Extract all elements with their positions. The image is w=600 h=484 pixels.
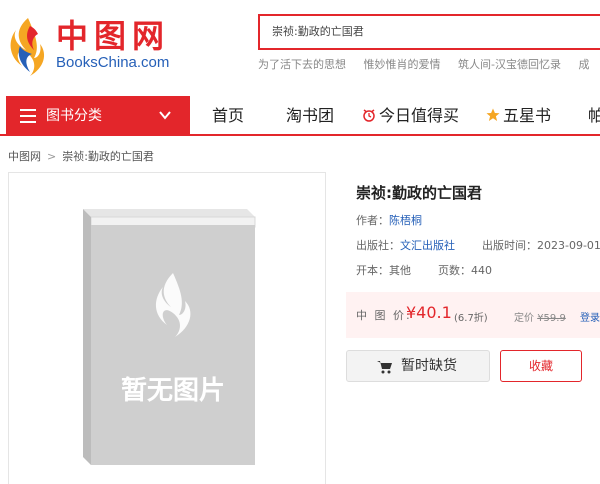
publisher-label: 出版社： xyxy=(356,239,400,252)
discount-text: (6.7折) xyxy=(454,313,488,324)
pubdate-label: 出版时间： xyxy=(482,239,537,252)
publisher-row: 出版社：文汇出版社 xyxy=(356,237,455,253)
pages-value: 440 xyxy=(471,264,492,277)
pubdate-value: 2023-09-01 xyxy=(537,239,600,252)
list-price: 定价 ¥59.9 xyxy=(514,309,566,324)
hot-word-link[interactable]: 成 xyxy=(578,58,589,71)
author-row: 作者：陈梧桐 xyxy=(356,212,422,228)
nav-item-more[interactable]: 帕 xyxy=(588,96,600,136)
product-image-panel: 暂无图片 xyxy=(8,172,326,484)
book-placeholder-image: 暂无图片 xyxy=(83,209,256,465)
format-row: 开本：其他 xyxy=(356,262,411,278)
breadcrumb-separator-icon: > xyxy=(47,150,57,163)
pages-label: 页数： xyxy=(438,264,471,277)
star-icon xyxy=(486,108,500,121)
nav-item-home[interactable]: 首页 xyxy=(212,96,244,136)
current-price: ¥40.1 xyxy=(406,303,452,322)
breadcrumb: 中图网 > 崇祯:勤政的亡国君 xyxy=(8,148,154,164)
list-price-label: 定价 xyxy=(514,313,534,324)
publisher-link[interactable]: 文汇出版社 xyxy=(400,239,455,252)
site-logo[interactable]: 中图网 BooksChina.com xyxy=(6,16,176,80)
menu-icon xyxy=(20,109,36,123)
format-value: 其他 xyxy=(389,264,411,277)
logo-flame-icon xyxy=(10,18,45,76)
logo-chinese-text: 中图网 xyxy=(56,17,171,55)
nav-item-label: 首页 xyxy=(212,106,245,125)
login-link[interactable]: 登录 xyxy=(580,309,600,324)
price-box: 中 图 价: ¥40.1 (6.7折) 定价 ¥59.9 登录 xyxy=(346,292,600,338)
list-price-value: ¥59.9 xyxy=(537,313,566,324)
pages-row: 页数：440 xyxy=(438,262,492,278)
nav-item-label: 帕 xyxy=(588,106,600,125)
nav-item-daily-deals[interactable]: 今日值得买 xyxy=(362,96,459,136)
format-label: 开本： xyxy=(356,264,389,277)
main-nav: 图书分类 首页 淘书团 今日值得买 五星书 帕 xyxy=(0,96,600,136)
hot-word-link[interactable]: 筑人间-汉宝德回忆录 xyxy=(458,58,561,71)
search-input-value: 崇祯:勤政的亡国君 xyxy=(272,25,364,38)
nav-item-label: 五星书 xyxy=(503,106,552,125)
out-of-stock-button[interactable]: 暂时缺货 xyxy=(346,350,490,382)
chevron-down-icon xyxy=(159,111,171,120)
nav-item-five-star[interactable]: 五星书 xyxy=(486,96,551,136)
hot-word-link[interactable]: 惟妙惟肖的爱情 xyxy=(364,58,441,71)
alarm-clock-icon xyxy=(363,109,375,122)
pubdate-row: 出版时间：2023-09-01 xyxy=(482,237,600,253)
nav-item-label: 淘书团 xyxy=(286,106,335,125)
nav-item-group-buy[interactable]: 淘书团 xyxy=(286,96,334,136)
cart-icon xyxy=(377,361,392,374)
hot-word-link[interactable]: 为了活下去的思想 xyxy=(258,58,346,71)
hot-search-words: 为了活下去的思想 惟妙惟肖的爱情 筑人间-汉宝德回忆录 成 xyxy=(258,56,600,72)
product-title: 崇祯:勤政的亡国君 xyxy=(356,184,482,202)
logo-english-text: BooksChina.com xyxy=(56,54,170,71)
no-image-text: 暂无图片 xyxy=(121,375,225,406)
author-link[interactable]: 陈梧桐 xyxy=(389,214,422,227)
price-label: 中 图 价: xyxy=(356,309,412,322)
search-input[interactable]: 崇祯:勤政的亡国君 xyxy=(258,14,600,50)
out-of-stock-label: 暂时缺货 xyxy=(401,358,457,374)
author-label: 作者： xyxy=(356,214,389,227)
category-menu-button[interactable]: 图书分类 xyxy=(6,96,190,136)
favorite-button[interactable]: 收藏 xyxy=(500,350,582,382)
category-menu-label: 图书分类 xyxy=(46,108,102,124)
nav-item-label: 今日值得买 xyxy=(379,106,460,125)
breadcrumb-current: 崇祯:勤政的亡国君 xyxy=(62,150,154,163)
breadcrumb-home-link[interactable]: 中图网 xyxy=(8,150,41,163)
